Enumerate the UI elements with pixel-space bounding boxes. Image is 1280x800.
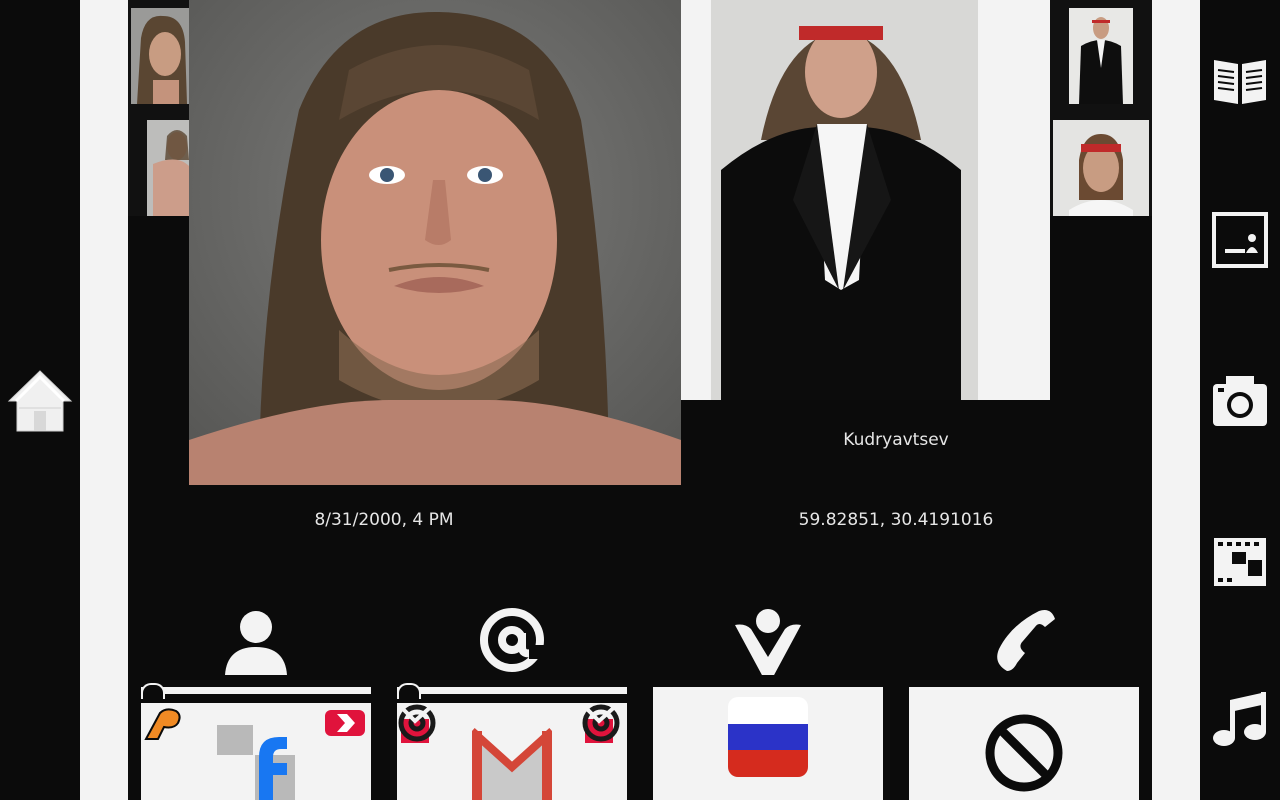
home-button[interactable] (6, 366, 74, 434)
film-button[interactable] (1208, 528, 1272, 592)
phone-icon (997, 610, 1055, 671)
datetime-label: 8/31/2000, 4 PM (314, 510, 454, 530)
id-card-icon (1212, 212, 1268, 268)
film-icon (1214, 538, 1266, 586)
russia-flag-icon (728, 697, 808, 777)
home-icon (7, 370, 73, 432)
portrait-image (189, 0, 681, 485)
email-accounts-card[interactable] (397, 703, 627, 800)
email-card-slider-handle[interactable] (397, 683, 421, 699)
torso-thumbnail-image (147, 120, 189, 216)
id-card-button[interactable] (1208, 208, 1272, 272)
camera-button[interactable] (1208, 368, 1272, 432)
music-button[interactable] (1208, 688, 1272, 752)
left-gallery-band (80, 0, 128, 800)
music-icon (1213, 692, 1266, 746)
camera-icon (1213, 376, 1267, 426)
book-button[interactable] (1208, 48, 1272, 112)
gallery-thumbnail[interactable] (1053, 120, 1149, 216)
email-contact-button[interactable] (472, 600, 552, 680)
mail-check-icon (398, 703, 437, 743)
suit-thumbnail-image (1069, 8, 1133, 104)
vk-contact-button[interactable] (728, 600, 808, 680)
facebook-icon (217, 725, 295, 800)
phone-contact-button[interactable] (984, 600, 1064, 680)
social-card-slider-handle[interactable] (141, 683, 165, 699)
gmail-icon (472, 728, 552, 800)
portrait-thumbnail-image (131, 8, 189, 104)
at-icon (480, 608, 545, 672)
social-accounts-card[interactable] (141, 703, 371, 800)
vk-icon (735, 609, 801, 675)
gallery-thumbnail[interactable] (1069, 8, 1133, 104)
gallery-thumbnail[interactable] (147, 120, 189, 216)
headband-thumbnail-image (1053, 120, 1149, 216)
coordinates-label: 59.82851, 30.4191016 (798, 510, 994, 530)
secondary-profile-photo[interactable] (681, 0, 1050, 400)
suit-photo-image (681, 0, 1050, 400)
adpoint-icon (144, 708, 181, 740)
no-entry-icon (985, 714, 1063, 792)
social-card-slider[interactable] (141, 687, 371, 694)
main-portrait-photo[interactable] (189, 0, 681, 485)
arrow-badge-icon (325, 710, 365, 736)
right-gallery-band (1152, 0, 1200, 800)
gallery-thumbnail[interactable] (131, 8, 189, 104)
country-card[interactable] (653, 687, 883, 800)
person-icon (225, 611, 287, 675)
person-contact-button[interactable] (216, 600, 296, 680)
phone-number-card[interactable] (909, 687, 1139, 800)
surname-label: Kudryavtsev (843, 430, 949, 450)
email-card-slider[interactable] (397, 687, 627, 694)
mail-check-icon (582, 703, 621, 743)
book-icon (1214, 60, 1266, 104)
